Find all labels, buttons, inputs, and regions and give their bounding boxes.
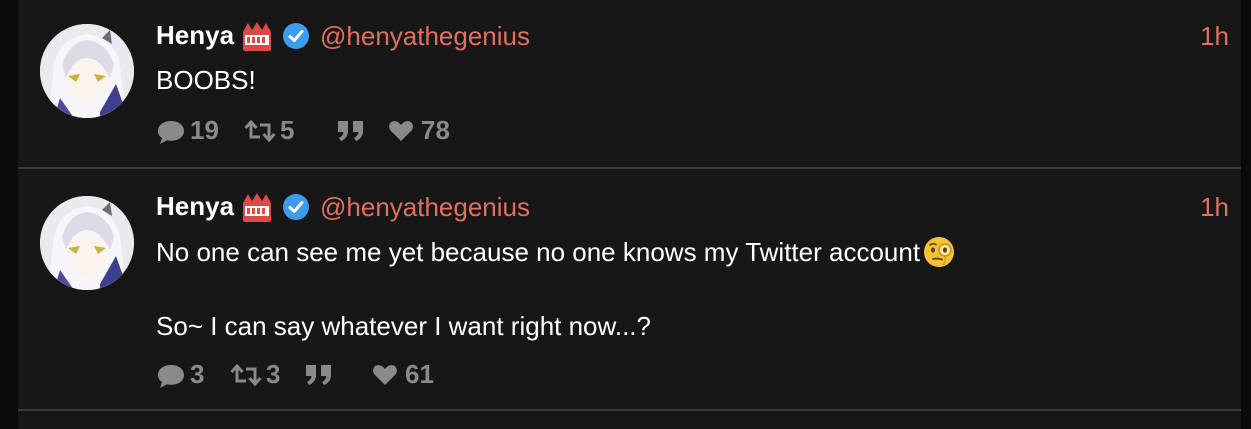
tweet-text: BOOBS! (156, 64, 256, 96)
user-handle[interactable]: @henyathegenius (320, 192, 530, 223)
right-rail (1241, 0, 1251, 429)
reply-icon (158, 365, 184, 388)
tweet-text: No one can see me yet because no one kno… (156, 235, 956, 269)
tweet-divider (18, 409, 1241, 411)
user-handle[interactable]: @henyathegenius (320, 21, 530, 52)
reply-count: 3 (190, 359, 205, 389)
monocle-face-icon (922, 235, 956, 269)
quote-icon (338, 121, 363, 141)
display-name[interactable]: Henya (156, 191, 234, 222)
avatar[interactable] (40, 24, 134, 118)
tweet-feed: Henya @henyathegenius 1h BOOBS! 19 5 78 … (0, 0, 1251, 429)
tweet[interactable]: Henya @henyathegenius 1h No one can see … (18, 169, 1241, 409)
timestamp[interactable]: 1h (1200, 21, 1229, 52)
heart-icon (389, 121, 413, 141)
tweet-text-line: BOOBS! (156, 65, 256, 95)
crown-icon (240, 191, 274, 223)
reply-icon (158, 121, 184, 144)
verified-icon (282, 193, 310, 221)
tweet-text-line: No one can see me yet because no one kno… (156, 237, 921, 267)
retweet-count: 5 (280, 115, 295, 145)
tweet-header: Henya @henyathegenius 1h (156, 189, 1241, 229)
avatar[interactable] (40, 196, 134, 290)
timestamp[interactable]: 1h (1200, 192, 1229, 223)
crown-icon (240, 20, 274, 52)
like-count: 78 (421, 115, 450, 145)
avatar-illustration (40, 196, 134, 290)
avatar-illustration (40, 24, 134, 118)
retweet-icon (230, 363, 262, 387)
like-count: 61 (405, 359, 434, 389)
quote-icon (306, 365, 331, 385)
left-rail (0, 0, 18, 429)
heart-icon (373, 365, 397, 385)
retweet-icon (244, 119, 276, 143)
tweet-text-line: So~ I can say whatever I want right now.… (156, 311, 651, 341)
tweet[interactable]: Henya @henyathegenius 1h BOOBS! 19 5 78 (18, 0, 1241, 167)
tweet-header: Henya @henyathegenius 1h (156, 18, 1241, 58)
retweet-count: 3 (266, 359, 281, 389)
reply-count: 19 (190, 115, 219, 145)
verified-icon (282, 22, 310, 50)
display-name[interactable]: Henya (156, 20, 234, 51)
tweet-text: So~ I can say whatever I want right now.… (156, 310, 651, 342)
